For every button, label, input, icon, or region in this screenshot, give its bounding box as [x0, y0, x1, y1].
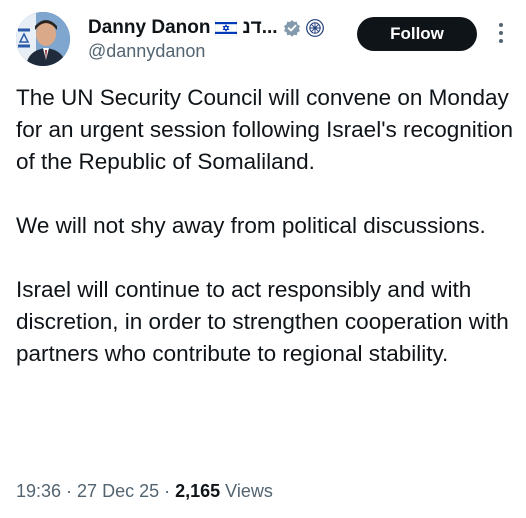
follow-button[interactable]: Follow: [357, 17, 477, 51]
ellipsis-dot: [499, 23, 503, 27]
author-display-name[interactable]: Danny Danon: [88, 17, 210, 39]
ellipsis-dot: [499, 31, 503, 35]
israel-flag-icon: [215, 19, 238, 37]
tweet-time[interactable]: 19:36: [16, 481, 61, 501]
avatar-image: [16, 12, 70, 66]
author-name-row: Danny Danon דנ...: [88, 15, 324, 41]
meta-separator: ·: [61, 481, 78, 501]
tweet-header: Danny Danon דנ... @dannydanon Follow: [0, 0, 526, 70]
verified-badge-icon[interactable]: [283, 19, 301, 37]
tweet-meta: 19:36 · 27 Dec 25 · 2,165 Views: [16, 481, 273, 502]
author-hebrew-name: דנ...: [242, 17, 278, 38]
author-handle[interactable]: @dannydanon: [88, 41, 205, 62]
meta-separator: ·: [159, 481, 176, 501]
tweet-text: The UN Security Council will convene on …: [16, 82, 516, 370]
views-label: Views: [220, 481, 273, 501]
ellipsis-dot: [499, 39, 503, 43]
vertical-ellipsis-icon[interactable]: [492, 18, 510, 48]
views-count[interactable]: 2,165: [175, 481, 220, 501]
tweet-paragraph: The UN Security Council will convene on …: [16, 85, 514, 174]
tweet-paragraph: We will not shy away from political disc…: [16, 213, 486, 238]
organization-emblem-icon[interactable]: [305, 19, 324, 37]
tweet-paragraph: Israel will continue to act responsibly …: [16, 277, 509, 366]
tweet-date[interactable]: 27 Dec 25: [77, 481, 159, 501]
avatar[interactable]: [16, 12, 70, 66]
